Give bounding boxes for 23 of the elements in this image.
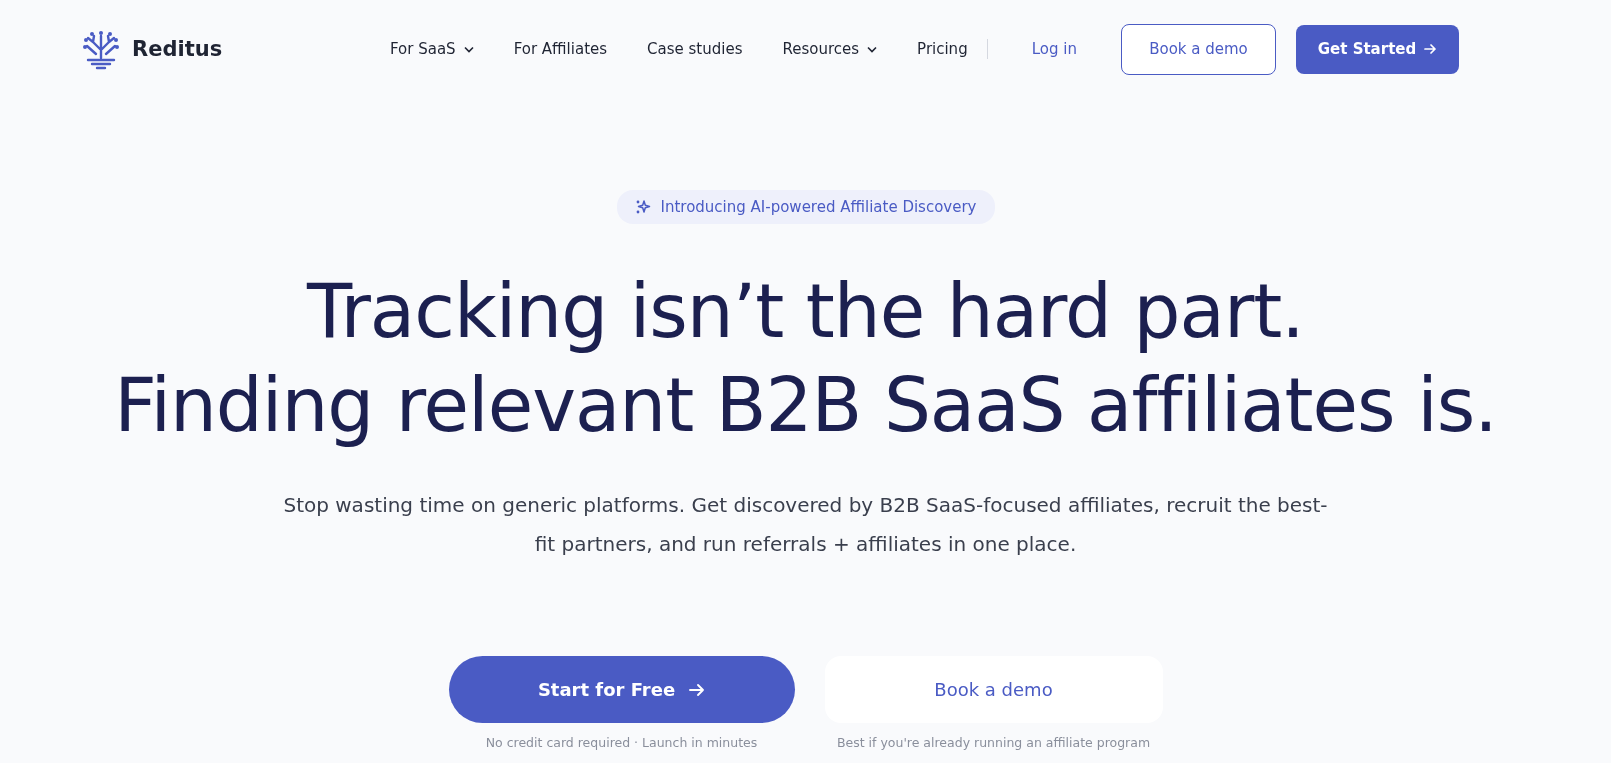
start-free-button[interactable]: Start for Free bbox=[448, 656, 795, 723]
button-caption: Best if you're already running an affiliate program bbox=[836, 735, 1151, 750]
nav-link[interactable]: Resources bbox=[782, 40, 878, 58]
subtitle: Stop wasting time on generic platforms. Get discovered by B2B SaaS-focused affiliates, recruit the best-fit partners, and run referrals + affiliates in one place. bbox=[283, 492, 1328, 558]
chevron-down-icon bbox=[463, 45, 474, 53]
tree-logo-icon bbox=[80, 28, 122, 70]
button-caption: No credit card required · Launch in minutes bbox=[485, 735, 758, 750]
arrow-right-icon bbox=[689, 682, 706, 697]
book-demo-button[interactable]: Book a demo bbox=[824, 656, 1163, 723]
sparkle-icon bbox=[634, 199, 651, 215]
nav-link[interactable]: For SaaS bbox=[390, 40, 474, 58]
announcement-badge[interactable]: Introducing AI-powered Affiliate Discovery bbox=[616, 190, 995, 224]
headline: Finding relevant B2B SaaS affiliates is. bbox=[114, 361, 1497, 450]
headline: Tracking isn’t the hard part. bbox=[307, 267, 1304, 356]
arrow-right-icon bbox=[1424, 43, 1438, 55]
logo-text[interactable]: Reditus bbox=[132, 37, 223, 61]
book-demo-button[interactable]: Book a demo bbox=[1121, 23, 1276, 75]
nav-link[interactable]: Case studies bbox=[647, 40, 743, 58]
login-link[interactable]: Log in bbox=[1031, 40, 1077, 58]
get-started-button[interactable]: Get Started bbox=[1296, 24, 1459, 74]
nav-link[interactable]: For Affiliates bbox=[513, 40, 608, 58]
nav-link[interactable]: Pricing bbox=[917, 40, 968, 58]
chevron-down-icon bbox=[867, 45, 878, 53]
